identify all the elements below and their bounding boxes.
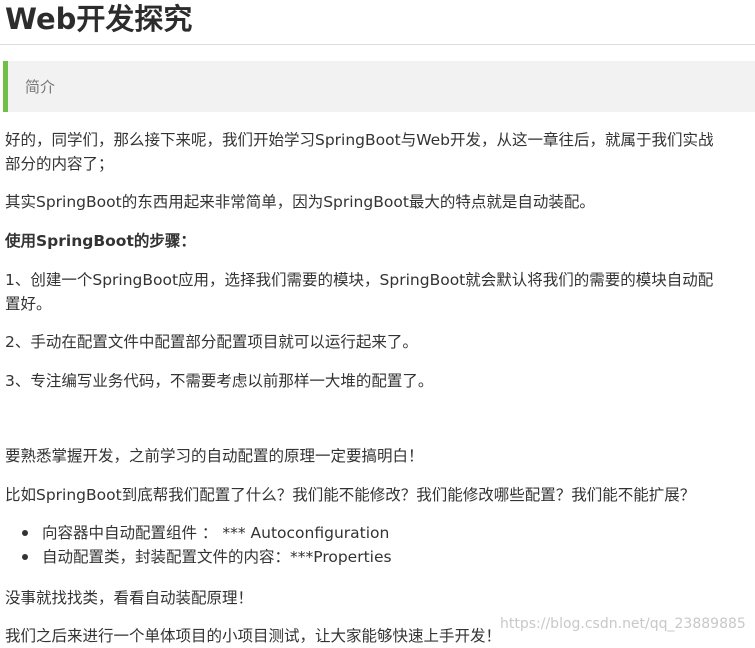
page-title: Web开发探究 bbox=[5, 2, 193, 36]
title-divider bbox=[0, 44, 755, 45]
paragraph-master-principles: 要熟悉掌握开发，之前学习的自动配置的原理一定要搞明白！ bbox=[5, 447, 424, 465]
step-3: 3、专注编写业务代码，不需要考虑以前那样一大堆的配置了。 bbox=[5, 372, 434, 390]
step-2: 2、手动在配置文件中配置部分配置项目就可以运行起来了。 bbox=[5, 333, 418, 351]
paragraph-intro-line2: 部分的内容了； bbox=[5, 155, 114, 173]
bullet-item-properties: 自动配置类，封装配置文件的内容：***Properties bbox=[20, 545, 392, 569]
steps-heading: 使用SpringBoot的步骤： bbox=[5, 232, 196, 250]
bullet-item-autoconfiguration: 向容器中自动配置组件 ： *** Autoconfiguration bbox=[20, 521, 392, 545]
paragraph-intro-line1: 好的，同学们，那么接下来呢，我们开始学习SpringBoot与Web开发，从这一… bbox=[5, 131, 714, 149]
bullet-list: 向容器中自动配置组件 ： *** Autoconfiguration 自动配置类… bbox=[20, 521, 392, 569]
step-1-line1: 1、创建一个SpringBoot应用，选择我们需要的模块，SpringBoot就… bbox=[5, 271, 714, 289]
step-1-line2: 置好。 bbox=[5, 295, 52, 313]
paragraph-questions: 比如SpringBoot到底帮我们配置了什么？我们能不能修改？我们能修改哪些配置… bbox=[5, 486, 696, 504]
intro-callout: 简介 bbox=[3, 61, 755, 112]
paragraph-autoconfig: 其实SpringBoot的东西用起来非常简单，因为SpringBoot最大的特点… bbox=[5, 193, 595, 211]
intro-label: 简介 bbox=[25, 78, 56, 96]
paragraph-find-classes: 没事就找找类，看看自动装配原理！ bbox=[5, 589, 254, 607]
watermark-text: https://blog.csdn.net/qq_23889885 bbox=[500, 616, 746, 632]
